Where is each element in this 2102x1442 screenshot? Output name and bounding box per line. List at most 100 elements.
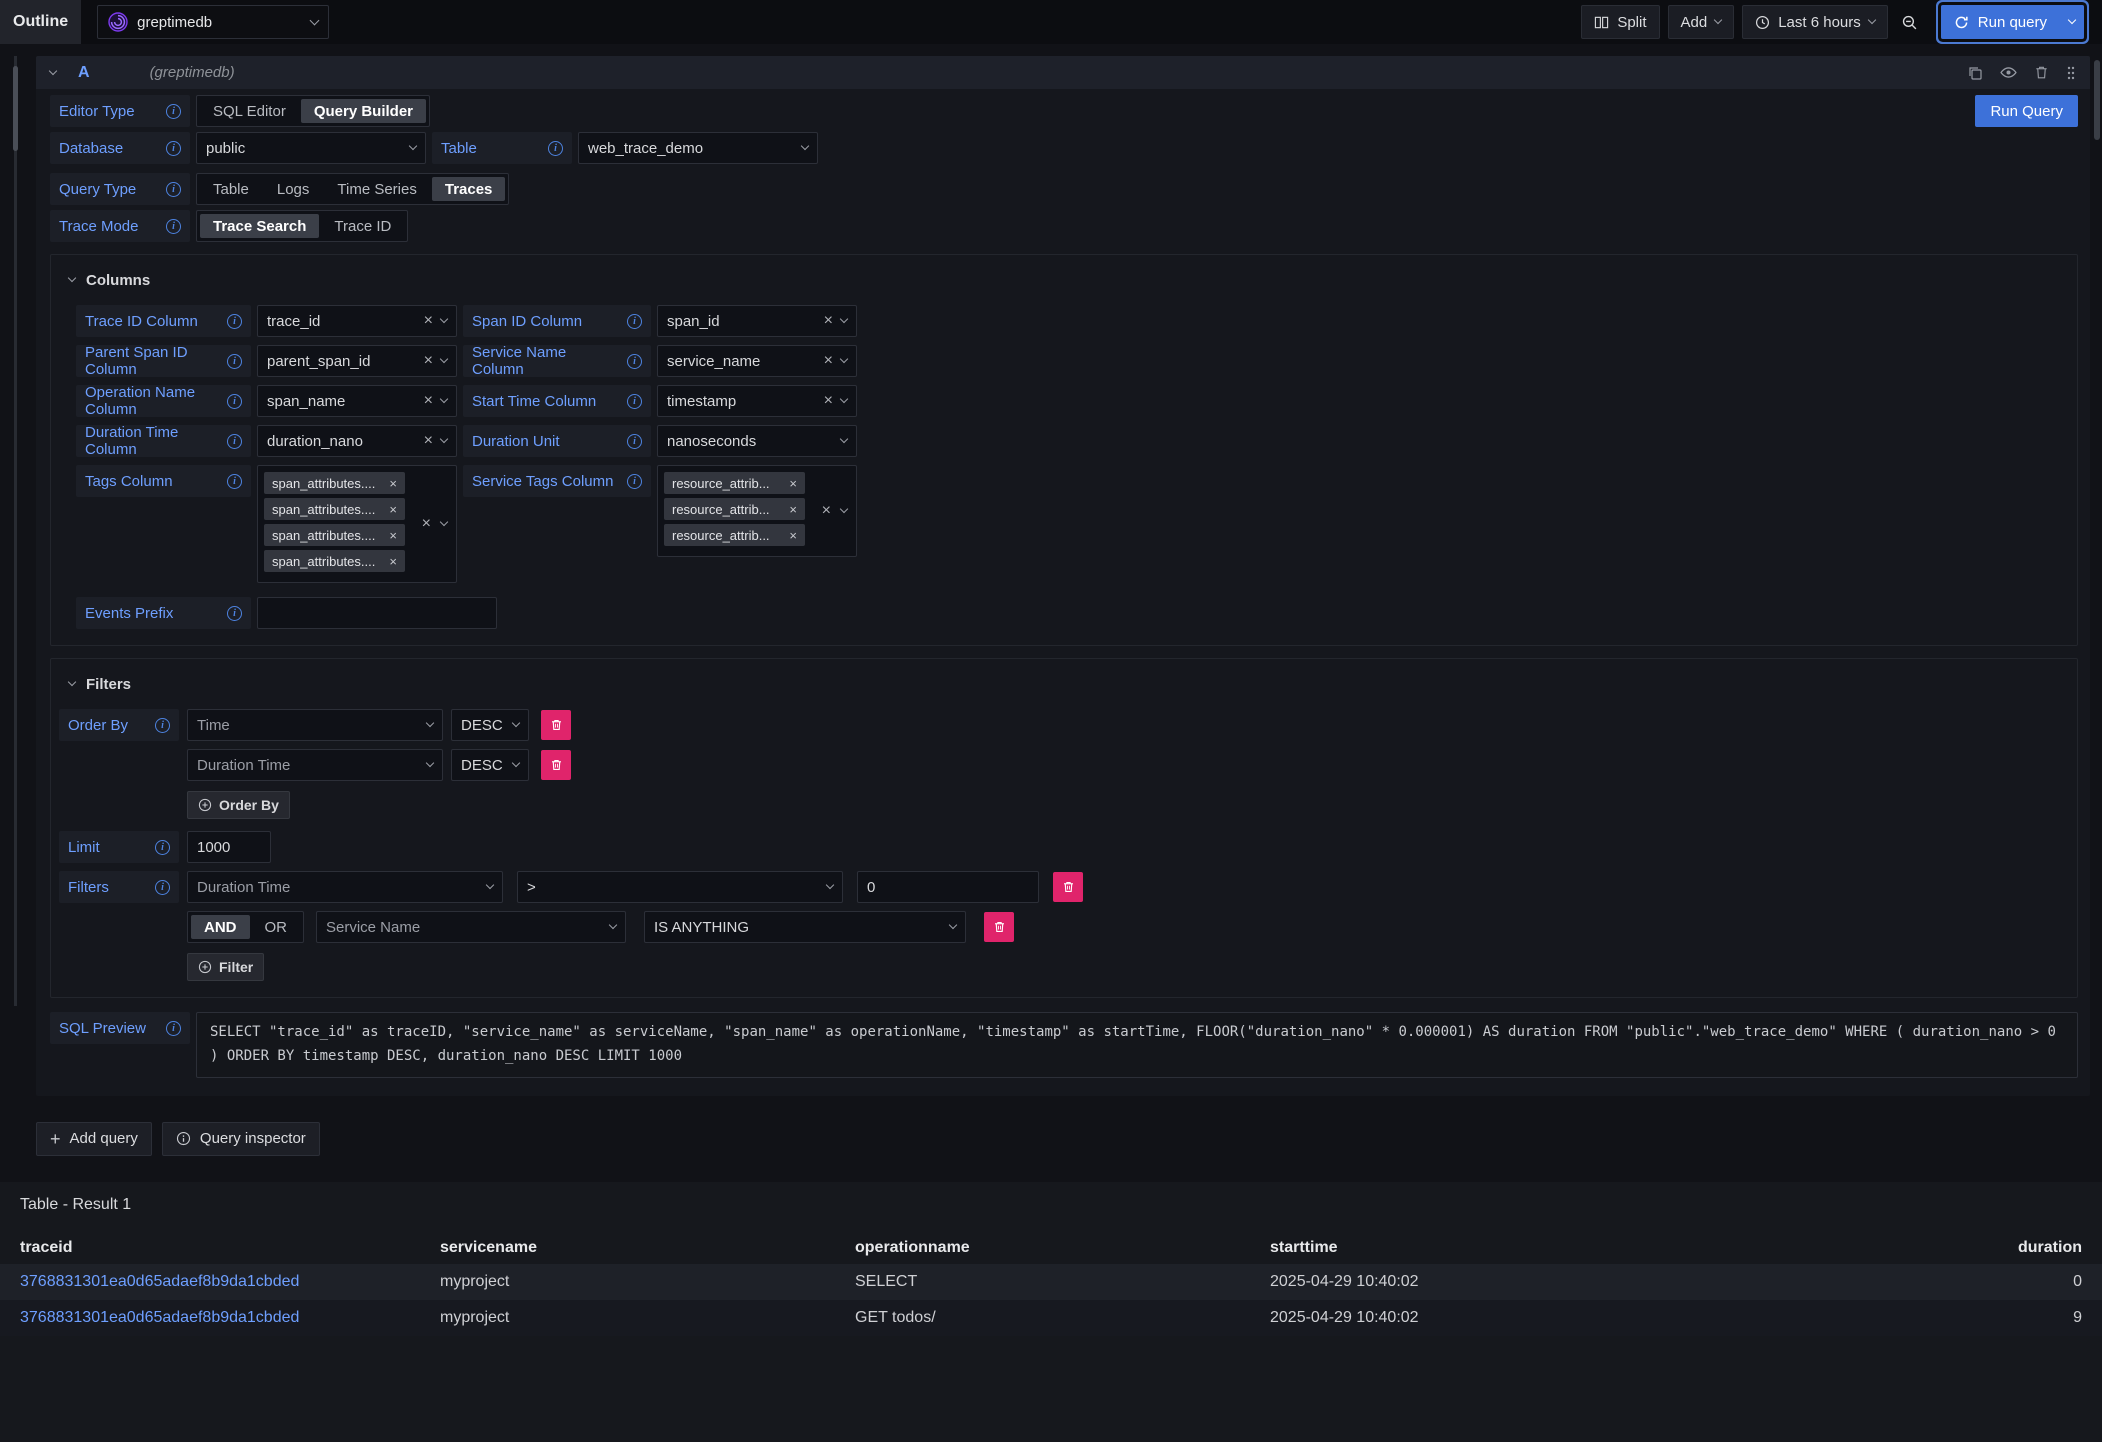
- trace-mode-trace-id[interactable]: Trace ID: [321, 214, 404, 238]
- query-type-time-series[interactable]: Time Series: [324, 177, 429, 201]
- filter-field-select[interactable]: Service Name: [316, 911, 626, 943]
- remove-chip-icon[interactable]: ×: [789, 477, 797, 490]
- clear-all-icon[interactable]: ×: [422, 516, 431, 532]
- filter-operator-select[interactable]: IS ANYTHING: [644, 911, 966, 943]
- drag-handle-icon[interactable]: [2066, 65, 2076, 81]
- order-by-direction-select[interactable]: DESC: [451, 749, 529, 781]
- info-icon[interactable]: i: [627, 434, 642, 449]
- info-icon[interactable]: i: [227, 434, 242, 449]
- remove-order-by-button[interactable]: [541, 710, 571, 740]
- run-query-options-button[interactable]: [2060, 5, 2084, 39]
- clear-icon[interactable]: ×: [824, 353, 833, 369]
- span-id-column-select[interactable]: span_id ×: [657, 305, 857, 337]
- order-by-direction-select[interactable]: DESC: [451, 709, 529, 741]
- table-select[interactable]: web_trace_demo: [578, 132, 818, 164]
- remove-filter-button[interactable]: [984, 912, 1014, 942]
- datasource-picker[interactable]: greptimedb: [97, 5, 329, 39]
- logic-or-option[interactable]: OR: [252, 915, 301, 939]
- add-query-button[interactable]: + Add query: [36, 1122, 152, 1156]
- query-inspector-button[interactable]: Query inspector: [162, 1122, 320, 1156]
- clear-icon[interactable]: ×: [824, 313, 833, 329]
- header-cell-starttime[interactable]: starttime: [1270, 1239, 1830, 1257]
- duplicate-query-icon[interactable]: [1967, 65, 1983, 81]
- info-icon[interactable]: i: [227, 394, 242, 409]
- remove-chip-icon[interactable]: ×: [789, 529, 797, 542]
- remove-chip-icon[interactable]: ×: [789, 503, 797, 516]
- remove-chip-icon[interactable]: ×: [389, 555, 397, 568]
- editor-type-query-builder[interactable]: Query Builder: [301, 99, 426, 123]
- tag-chip[interactable]: resource_attrib...×: [664, 524, 805, 546]
- events-prefix-input[interactable]: [257, 597, 497, 629]
- info-icon[interactable]: i: [227, 354, 242, 369]
- query-type-table[interactable]: Table: [200, 177, 262, 201]
- tags-column-multiselect[interactable]: span_attributes....× span_attributes....…: [257, 465, 457, 583]
- info-icon[interactable]: i: [155, 880, 170, 895]
- header-cell-duration[interactable]: duration: [1830, 1239, 2082, 1257]
- trace-id-link[interactable]: 3768831301ea0d65adaef8b9da1cbded: [20, 1273, 440, 1291]
- info-icon[interactable]: i: [627, 474, 642, 489]
- tag-chip[interactable]: span_attributes....×: [264, 550, 405, 572]
- editor-type-sql-editor[interactable]: SQL Editor: [200, 99, 299, 123]
- tag-chip[interactable]: span_attributes....×: [264, 472, 405, 494]
- parent-span-id-column-select[interactable]: parent_span_id ×: [257, 345, 457, 377]
- clear-all-icon[interactable]: ×: [822, 503, 831, 519]
- info-icon[interactable]: i: [155, 840, 170, 855]
- clear-icon[interactable]: ×: [424, 393, 433, 409]
- remove-filter-button[interactable]: [1053, 872, 1083, 902]
- database-select[interactable]: public: [196, 132, 426, 164]
- start-time-column-select[interactable]: timestamp ×: [657, 385, 857, 417]
- run-query-button[interactable]: Run query: [1941, 5, 2060, 39]
- outline-toggle[interactable]: Outline: [0, 0, 81, 44]
- tag-chip[interactable]: resource_attrib...×: [664, 498, 805, 520]
- info-icon[interactable]: i: [227, 314, 242, 329]
- time-range-picker[interactable]: Last 6 hours: [1742, 5, 1888, 39]
- filter-operator-select[interactable]: >: [517, 871, 843, 903]
- info-icon[interactable]: i: [166, 219, 181, 234]
- clear-icon[interactable]: ×: [824, 393, 833, 409]
- remove-query-trash-icon[interactable]: [2034, 65, 2049, 80]
- info-icon[interactable]: i: [227, 606, 242, 621]
- query-row-header[interactable]: A (greptimedb): [36, 56, 2090, 89]
- info-icon[interactable]: i: [166, 104, 181, 119]
- hide-response-eye-icon[interactable]: [2000, 64, 2017, 81]
- remove-chip-icon[interactable]: ×: [389, 503, 397, 516]
- tag-chip[interactable]: resource_attrib...×: [664, 472, 805, 494]
- header-cell-operationname[interactable]: operationname: [855, 1239, 1270, 1257]
- collapse-chevron-icon[interactable]: [49, 66, 57, 74]
- split-button[interactable]: Split: [1581, 5, 1659, 39]
- trace-mode-trace-search[interactable]: Trace Search: [200, 214, 319, 238]
- trace-id-link[interactable]: 3768831301ea0d65adaef8b9da1cbded: [20, 1309, 440, 1327]
- info-icon[interactable]: i: [548, 141, 563, 156]
- info-icon[interactable]: i: [155, 718, 170, 733]
- info-icon[interactable]: i: [166, 1021, 181, 1036]
- clear-icon[interactable]: ×: [424, 353, 433, 369]
- info-icon[interactable]: i: [166, 182, 181, 197]
- columns-section-header[interactable]: Columns: [51, 265, 2077, 295]
- left-scrollbar-thumb[interactable]: [13, 66, 18, 151]
- service-name-column-select[interactable]: service_name ×: [657, 345, 857, 377]
- clear-icon[interactable]: ×: [424, 313, 433, 329]
- zoom-out-time-button[interactable]: [1896, 5, 1923, 39]
- add-button[interactable]: Add: [1668, 5, 1735, 39]
- tag-chip[interactable]: span_attributes....×: [264, 498, 405, 520]
- header-cell-servicename[interactable]: servicename: [440, 1239, 855, 1257]
- remove-chip-icon[interactable]: ×: [389, 529, 397, 542]
- info-icon[interactable]: i: [627, 314, 642, 329]
- operation-name-column-select[interactable]: span_name ×: [257, 385, 457, 417]
- query-type-traces[interactable]: Traces: [432, 177, 506, 201]
- header-cell-traceid[interactable]: traceid: [20, 1239, 440, 1257]
- order-by-field-select[interactable]: Duration Time: [187, 749, 443, 781]
- order-by-field-select[interactable]: Time: [187, 709, 443, 741]
- duration-time-column-select[interactable]: duration_nano ×: [257, 425, 457, 457]
- clear-icon[interactable]: ×: [424, 433, 433, 449]
- query-type-logs[interactable]: Logs: [264, 177, 323, 201]
- info-icon[interactable]: i: [627, 394, 642, 409]
- info-icon[interactable]: i: [627, 354, 642, 369]
- vertical-scrollbar-thumb[interactable]: [2094, 60, 2100, 140]
- filter-field-select[interactable]: Duration Time: [187, 871, 503, 903]
- limit-input[interactable]: [187, 831, 271, 863]
- add-order-by-button[interactable]: Order By: [187, 791, 290, 819]
- duration-unit-select[interactable]: nanoseconds: [657, 425, 857, 457]
- run-query-button-inline[interactable]: Run Query: [1975, 95, 2078, 127]
- trace-id-column-select[interactable]: trace_id ×: [257, 305, 457, 337]
